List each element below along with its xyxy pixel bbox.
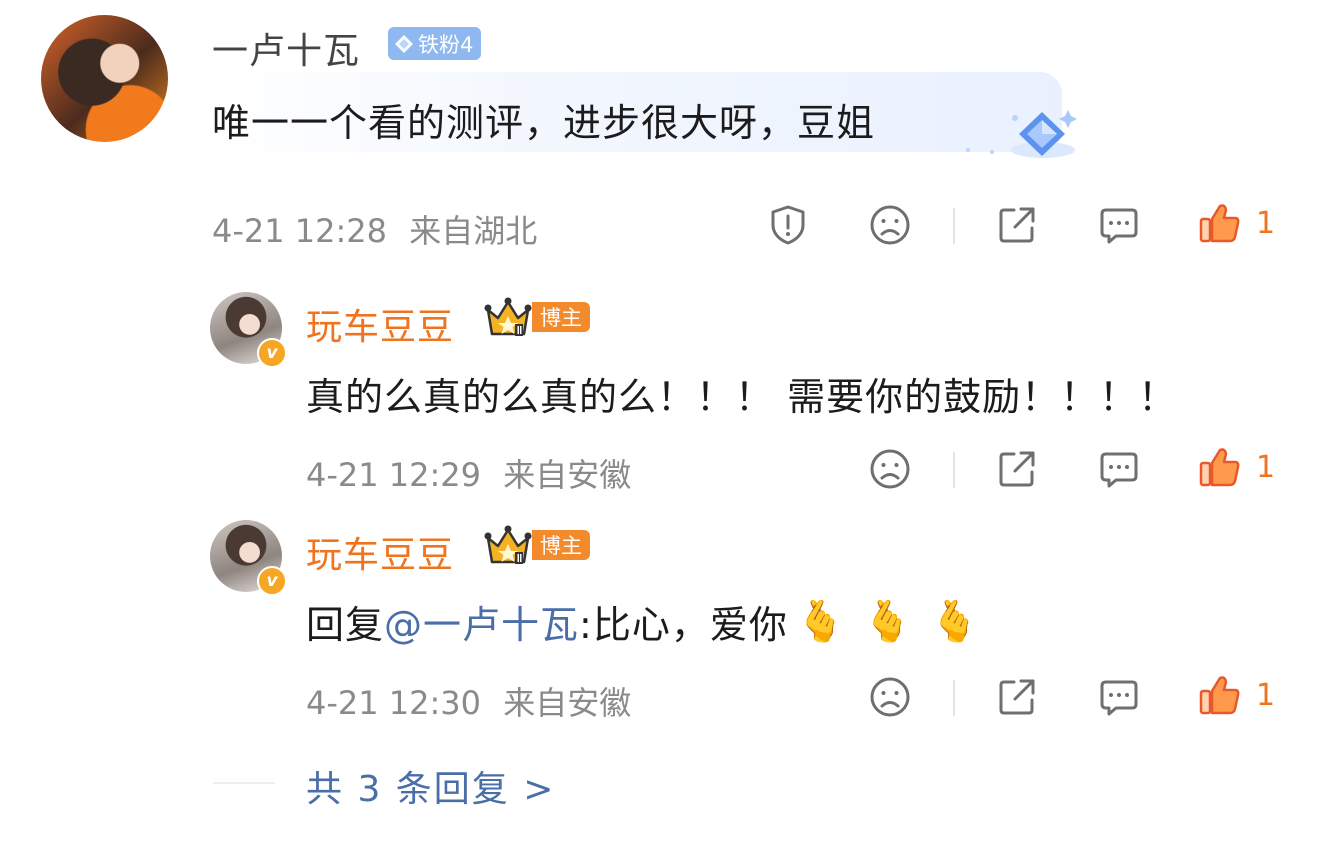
like-count: 1 xyxy=(1256,205,1276,241)
reply-text: 真的么真的么真的么！！！ 需要你的鼓励！！！！ xyxy=(306,375,1178,419)
blogger-badge: 博主 xyxy=(484,524,590,566)
like-count: 1 xyxy=(1256,677,1276,713)
blogger-tag: 博主 xyxy=(532,530,590,560)
reply-location: 来自安徽 xyxy=(503,456,632,494)
reply-text-after: :比心，爱你 xyxy=(579,603,788,647)
diamond-decoration-icon xyxy=(966,110,1077,158)
reply-prefix: 回复 xyxy=(306,603,385,647)
blogger-badge: 博主 xyxy=(484,296,590,338)
finger-heart-emoji-icon: 🫰 xyxy=(929,599,981,645)
action-separator xyxy=(953,680,955,716)
like-count: 1 xyxy=(1256,449,1276,485)
like-button[interactable]: 1 xyxy=(1198,673,1275,717)
more-replies-divider xyxy=(213,782,275,784)
reply-time: 4-21 12:30 xyxy=(306,684,482,722)
action-separator xyxy=(953,452,955,488)
comment-meta: 4-21 12:28 来自湖北 xyxy=(212,206,537,252)
share-button[interactable] xyxy=(995,447,1039,491)
like-icon xyxy=(1199,448,1240,487)
blogger-tag: 博主 xyxy=(532,302,590,332)
comment-username[interactable]: 一卢十瓦 xyxy=(212,22,360,74)
like-button[interactable]: 1 xyxy=(1198,445,1275,489)
finger-heart-emoji-icon: 🫰 xyxy=(795,599,847,645)
share-button[interactable] xyxy=(995,675,1039,719)
crown-icon xyxy=(484,525,532,564)
comment-text: 唯一一个看的测评，进步很大呀，豆姐 xyxy=(212,101,876,145)
action-separator xyxy=(953,208,955,244)
share-icon xyxy=(999,679,1035,715)
share-icon xyxy=(999,451,1035,487)
reply-location: 来自安徽 xyxy=(503,684,632,722)
reply-button[interactable] xyxy=(1097,203,1141,247)
reply-time: 4-21 12:29 xyxy=(306,456,482,494)
diamond-icon xyxy=(395,34,413,53)
reply-username[interactable]: 玩车豆豆 xyxy=(306,526,454,578)
reply-icon xyxy=(1100,680,1138,716)
more-replies-link[interactable]: 共 3 条回复 > xyxy=(306,760,555,812)
fan-badge: 铁粉4 xyxy=(388,27,482,60)
reply-username[interactable]: 玩车豆豆 xyxy=(306,298,454,350)
verified-badge: v xyxy=(257,566,287,596)
avatar[interactable] xyxy=(41,15,168,142)
verified-badge: v xyxy=(257,338,287,368)
dislike-button[interactable] xyxy=(868,447,912,491)
share-button[interactable] xyxy=(995,203,1039,247)
reply-icon xyxy=(1100,208,1138,244)
reply-icon xyxy=(1100,452,1138,488)
like-icon xyxy=(1199,676,1240,715)
comment-time: 4-21 12:28 xyxy=(212,212,388,250)
reply-button[interactable] xyxy=(1097,447,1141,491)
fan-badge-label: 铁粉4 xyxy=(418,32,474,57)
reply-text: 回复 @一卢十瓦 :比心，爱你 🫰 🫰 🫰 xyxy=(306,594,980,649)
reply-meta: 4-21 12:29 来自安徽 xyxy=(306,450,631,496)
dislike-icon xyxy=(870,449,910,489)
dislike-icon xyxy=(870,205,910,245)
crown-icon xyxy=(484,297,532,336)
dislike-button[interactable] xyxy=(868,675,912,719)
share-icon xyxy=(999,207,1035,243)
finger-heart-emoji-icon: 🫰 xyxy=(862,599,914,645)
report-icon xyxy=(771,205,805,245)
comment-location: 来自湖北 xyxy=(409,212,538,250)
like-icon xyxy=(1199,204,1240,243)
report-button[interactable] xyxy=(766,203,810,247)
mention-link[interactable]: @一卢十瓦 xyxy=(384,594,579,649)
like-button[interactable]: 1 xyxy=(1198,201,1275,245)
reply-button[interactable] xyxy=(1097,675,1141,719)
dislike-icon xyxy=(870,677,910,717)
dislike-button[interactable] xyxy=(868,203,912,247)
reply-meta: 4-21 12:30 来自安徽 xyxy=(306,678,631,724)
